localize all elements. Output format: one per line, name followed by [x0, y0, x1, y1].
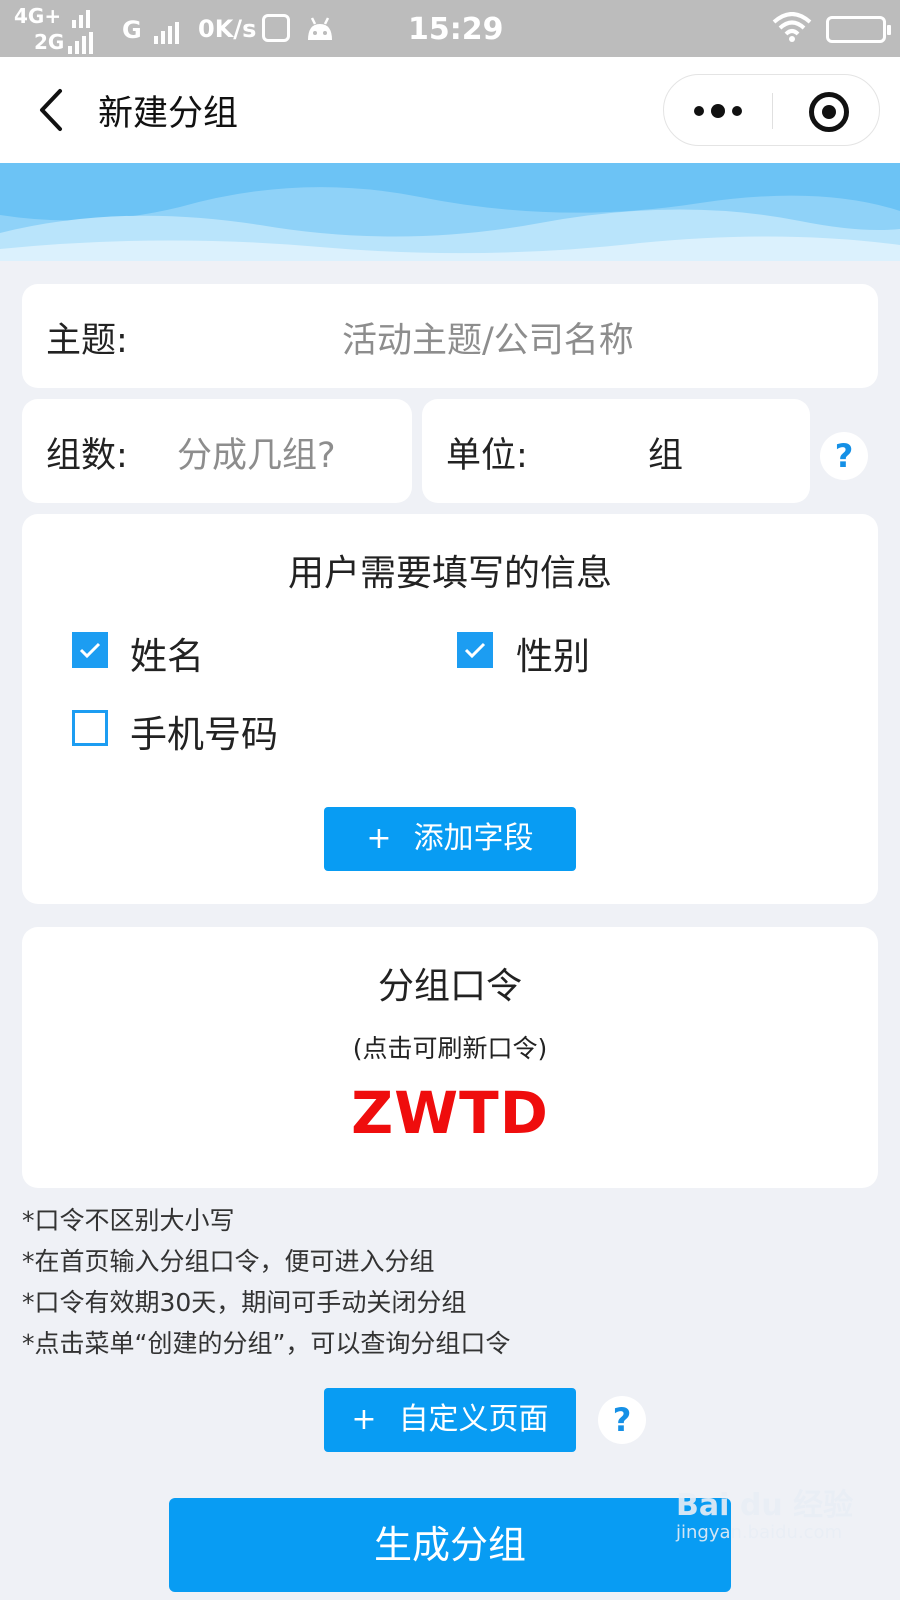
note-line: *口令不区别大小写 [22, 1206, 235, 1235]
carrier2-label: G [122, 16, 142, 44]
plus-icon: + [366, 821, 392, 856]
unit-card: 单位: 组 [422, 399, 810, 503]
nav-bar: 新建分组 [0, 57, 900, 163]
capsule-divider [772, 93, 773, 129]
add-field-button[interactable]: + 添加字段 [324, 807, 576, 871]
generate-group-button[interactable]: 生成分组 [169, 1498, 731, 1592]
unit-label: 单位: [446, 436, 528, 476]
baidu-watermark: Bai du 经验 jingyan.baidu.com [676, 1480, 853, 1543]
status-time: 15:29 [408, 12, 504, 47]
signal-icon [72, 4, 93, 28]
unit-help-icon[interactable]: ? [820, 432, 868, 480]
topic-label: 主题: [46, 321, 128, 361]
group-count-input[interactable]: 分成几组? [177, 427, 336, 478]
checkmark-icon [79, 642, 101, 659]
note-line: *在首页输入分组口令，便可进入分组 [22, 1247, 435, 1276]
signal-icon [154, 16, 182, 44]
group-count-card: 组数: 分成几组? [22, 399, 412, 503]
watermark-brand: Bai du 经验 [676, 1488, 854, 1523]
more-options-icon[interactable] [694, 99, 744, 123]
gender-checkbox-label: 性别 [516, 635, 590, 678]
phone-checkbox[interactable] [72, 710, 108, 746]
network-indicator: 4G+ 2G [14, 4, 94, 54]
group-password-code[interactable]: ZWTD [22, 1079, 878, 1147]
network-bottom-label: 2G [34, 30, 65, 54]
custom-page-help-icon[interactable]: ? [598, 1396, 646, 1444]
signal-icon [68, 30, 96, 54]
network-speed: 0K/s [198, 15, 257, 43]
topic-field-card: 主题: 活动主题/公司名称 [22, 284, 878, 388]
status-bar: 4G+ 2G G 0K/s 15:29 [0, 0, 900, 57]
password-notes: *口令不区别大小写 *在首页输入分组口令，便可进入分组 *口令有效期30天，期间… [22, 1200, 510, 1364]
miniprogram-capsule [663, 74, 880, 146]
name-checkbox[interactable] [72, 632, 108, 668]
user-info-title: 用户需要填写的信息 [287, 553, 612, 594]
password-title: 分组口令 [377, 966, 522, 1007]
checkmark-icon [464, 642, 486, 659]
watermark-url: jingyan.baidu.com [676, 1522, 843, 1543]
gender-checkbox[interactable] [457, 632, 493, 668]
name-checkbox-label: 姓名 [130, 635, 204, 678]
carrier2-indicator: G [122, 16, 182, 44]
add-field-label: 添加字段 [413, 821, 534, 856]
wave-banner [0, 163, 900, 261]
group-count-label: 组数: [46, 436, 128, 476]
close-miniprogram-icon[interactable] [809, 92, 849, 132]
custom-page-label: 自定义页面 [398, 1402, 549, 1437]
phone-checkbox-label: 手机号码 [130, 713, 278, 756]
password-hint: (点击可刷新口令) [352, 1034, 548, 1063]
user-info-card: 用户需要填写的信息 姓名 性别 手机号码 + 添加字段 [22, 514, 878, 904]
android-icon [308, 17, 332, 40]
page-title: 新建分组 [98, 94, 239, 134]
battery-icon [826, 16, 891, 43]
plus-icon: + [351, 1402, 377, 1437]
note-line: *点击菜单“创建的分组”，可以查询分组口令 [22, 1329, 511, 1358]
network-top-label: 4G+ [14, 4, 62, 28]
group-password-card: 分组口令 (点击可刷新口令) ZWTD [22, 927, 878, 1188]
custom-page-button[interactable]: + 自定义页面 [324, 1388, 576, 1452]
note-line: *口令有效期30天，期间可手动关闭分组 [22, 1288, 467, 1317]
unit-input[interactable]: 组 [648, 427, 683, 478]
back-arrow-icon[interactable] [34, 87, 74, 133]
topic-input[interactable]: 活动主题/公司名称 [342, 312, 634, 363]
wifi-icon [772, 12, 812, 42]
app-notification-icon [262, 14, 290, 42]
